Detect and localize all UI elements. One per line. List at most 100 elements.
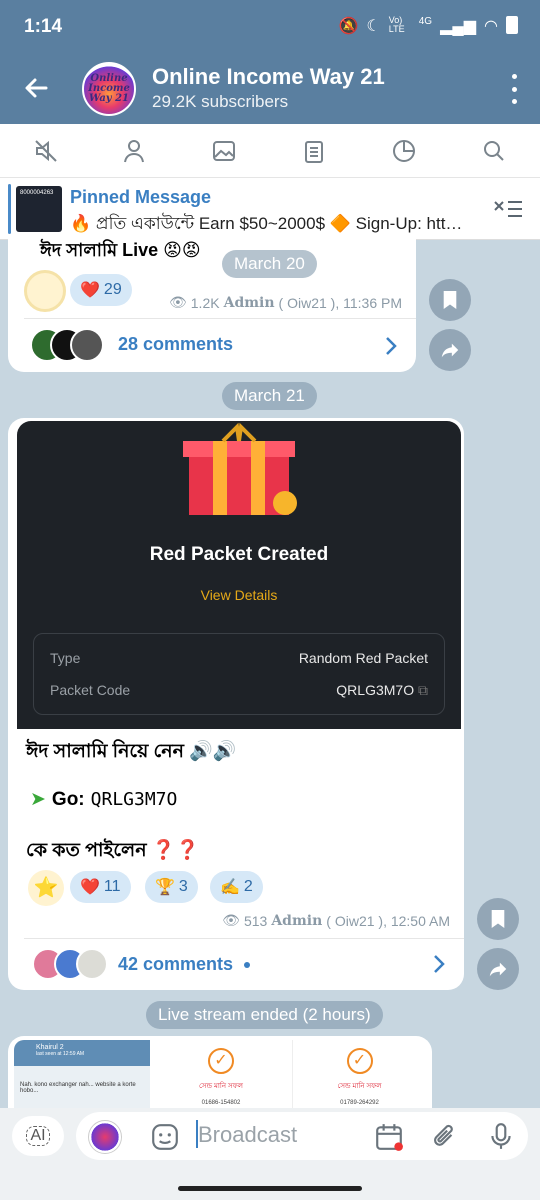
reaction-writing[interactable]: ✍️ 2 — [210, 871, 263, 903]
star-sparkle-icon[interactable]: ⭐ — [28, 870, 64, 906]
more-menu-icon[interactable] — [510, 74, 518, 104]
preview-chat-sub: last seen at 12:59 AM — [36, 1051, 85, 1057]
post2-go-line: ➤ Go: QRLG3M7O — [30, 788, 177, 811]
post-author: Admin — [223, 294, 275, 311]
trophy-icon: 🏆 — [155, 879, 175, 896]
channel-avatar[interactable]: Online Income Way 21 — [82, 62, 136, 116]
search-icon[interactable] — [480, 137, 508, 165]
media-icon[interactable] — [210, 137, 238, 165]
comments-count: 42 comments — [118, 954, 234, 974]
channel-tab-row — [0, 124, 540, 178]
pinned-indicator-bar — [8, 184, 11, 234]
unread-dot-icon — [244, 962, 251, 969]
save-bookmark-button[interactable] — [477, 898, 519, 940]
views-eye-icon: 👁 — [222, 912, 240, 928]
save-bookmark-button[interactable] — [429, 279, 471, 321]
post-signature-time: ( Oiw21 ), 12:50 AM — [326, 912, 450, 929]
chevron-right-icon[interactable] — [384, 336, 398, 356]
check-circle-icon: ✓ — [208, 1048, 234, 1074]
pinned-thumbnail: 8000004263 — [16, 186, 62, 232]
post-signature-time: ( Oiw21 ), 11:36 PM — [278, 294, 402, 311]
preview-card1-title: সেন্ড মানি সফল — [199, 1083, 243, 1090]
microphone-icon[interactable] — [486, 1120, 516, 1152]
carrier-badge: Vo) LTE — [388, 15, 405, 34]
type-label: Type — [50, 650, 81, 666]
chevron-right-icon[interactable] — [432, 954, 446, 974]
back-arrow-icon[interactable] — [20, 72, 52, 104]
preview-card2-number: 01789-264292 — [340, 1100, 379, 1106]
bookmark-icon — [491, 910, 505, 928]
channel-title[interactable]: Online Income Way 21 — [152, 64, 385, 90]
ai-assist-button[interactable]: AI — [12, 1116, 64, 1156]
avatar-text: Online Income Way 21 — [88, 73, 130, 104]
battery-icon — [506, 16, 518, 34]
view-count: 1.2K — [190, 294, 220, 311]
pinned-label: Pinned Message — [70, 187, 212, 207]
post1-meta: 👁 1.2K Admin ( Oiw21 ), 11:36 PM — [169, 294, 402, 311]
input-placeholder: Broadcast — [198, 1122, 298, 1147]
share-button[interactable] — [477, 948, 519, 990]
network-label: 4G — [418, 16, 433, 27]
type-row: Type Random Red Packet — [50, 650, 428, 666]
ai-icon: AI — [26, 1126, 50, 1146]
reaction-heart[interactable]: ❤️ 29 — [70, 274, 132, 306]
post2-line3: কে কত পাইলেন ❓❓ — [26, 840, 200, 861]
sender-avatar[interactable] — [88, 1120, 122, 1154]
reaction-count: 11 — [103, 878, 121, 895]
writing-hand-icon: ✍️ — [220, 879, 240, 896]
packet-code-value: QRLG3M7O — [336, 682, 415, 698]
broadcast-input-field[interactable] — [76, 1112, 528, 1160]
comments-link[interactable]: 28 comments — [118, 334, 233, 355]
go-code[interactable]: QRLG3M7O — [91, 789, 178, 810]
signal-icon: ▂▄▆ — [440, 18, 477, 35]
red-packet-details: Type Random Red Packet Packet Code QRLG3… — [33, 633, 445, 715]
status-time: 1:14 — [24, 16, 63, 37]
star-sparkle-icon[interactable] — [24, 270, 66, 312]
sticker-icon[interactable] — [150, 1122, 180, 1152]
pinned-thumb-text: 8000004263 — [20, 190, 54, 196]
mute-icon: 🔕 — [338, 18, 359, 35]
gift-box-icon — [183, 422, 297, 515]
go-label: Go: — [51, 788, 85, 810]
moon-icon: ☾ — [366, 18, 381, 35]
post2-meta: 👁 513 Admin ( Oiw21 ), 12:50 AM — [222, 912, 450, 929]
heart-icon: ❤️ — [80, 282, 100, 299]
pinned-message[interactable]: 8000004263 Pinned Message 🔥 প্রতি একাউন্… — [0, 178, 540, 240]
reaction-trophy[interactable]: 🏆 3 — [145, 871, 198, 903]
preview-card1-number: 01686-154802 — [201, 1100, 241, 1106]
message-bubble-1[interactable]: ঈদ সালামি Live 😡😡 ❤️ 29 👁 1.2K Admin ( O… — [8, 236, 416, 372]
packet-code-value-wrap[interactable]: QRLG3M7O ⧉ — [336, 682, 428, 699]
share-arrow-icon — [441, 343, 459, 358]
comments-divider — [24, 318, 416, 319]
copy-icon[interactable]: ⧉ — [418, 682, 428, 698]
share-button[interactable] — [429, 329, 471, 371]
reaction-heart[interactable]: ❤️ 11 — [70, 871, 131, 903]
bookmark-icon — [443, 291, 457, 309]
comments-link[interactable]: 42 comments — [118, 954, 251, 975]
mute-toggle-icon[interactable] — [32, 137, 60, 165]
clipboard-icon[interactable] — [300, 137, 328, 165]
attach-paperclip-icon[interactable] — [430, 1122, 460, 1152]
red-packet-card[interactable]: Red Packet Created View Details Type Ran… — [17, 421, 461, 729]
reaction-count: 3 — [178, 878, 188, 895]
view-count: 513 — [243, 912, 268, 929]
commenter-avatars — [30, 328, 110, 362]
view-details-link[interactable]: View Details — [17, 587, 461, 603]
commenter-avatars — [32, 948, 112, 982]
preview-chat-line: Nah. kono exchanger nah... website a kor… — [20, 1082, 136, 1094]
service-live-ended: Live stream ended (2 hours) — [146, 1001, 383, 1029]
scheduled-calendar-icon[interactable] — [374, 1122, 404, 1152]
wifi-icon: ◠ — [484, 18, 498, 35]
reaction-count: 2 — [243, 878, 253, 895]
message-input-bar: AI Broadcast — [0, 1108, 540, 1200]
status-bar: 1:14 🔕 ☾ Vo) LTE 4G ▂▄▆ ◠ — [0, 0, 540, 56]
comments-divider — [24, 938, 464, 939]
status-icons: 🔕 ☾ Vo) LTE 4G ▂▄▆ ◠ — [338, 16, 518, 36]
pinned-list-icon[interactable] — [492, 196, 524, 222]
packet-code-label: Packet Code — [50, 682, 131, 698]
members-icon[interactable] — [120, 137, 148, 165]
views-eye-icon: 👁 — [168, 294, 187, 310]
preview-card2-title: সেন্ড মানি সফল — [337, 1083, 382, 1090]
type-value: Random Red Packet — [298, 650, 428, 666]
stats-pie-icon[interactable] — [390, 137, 418, 165]
